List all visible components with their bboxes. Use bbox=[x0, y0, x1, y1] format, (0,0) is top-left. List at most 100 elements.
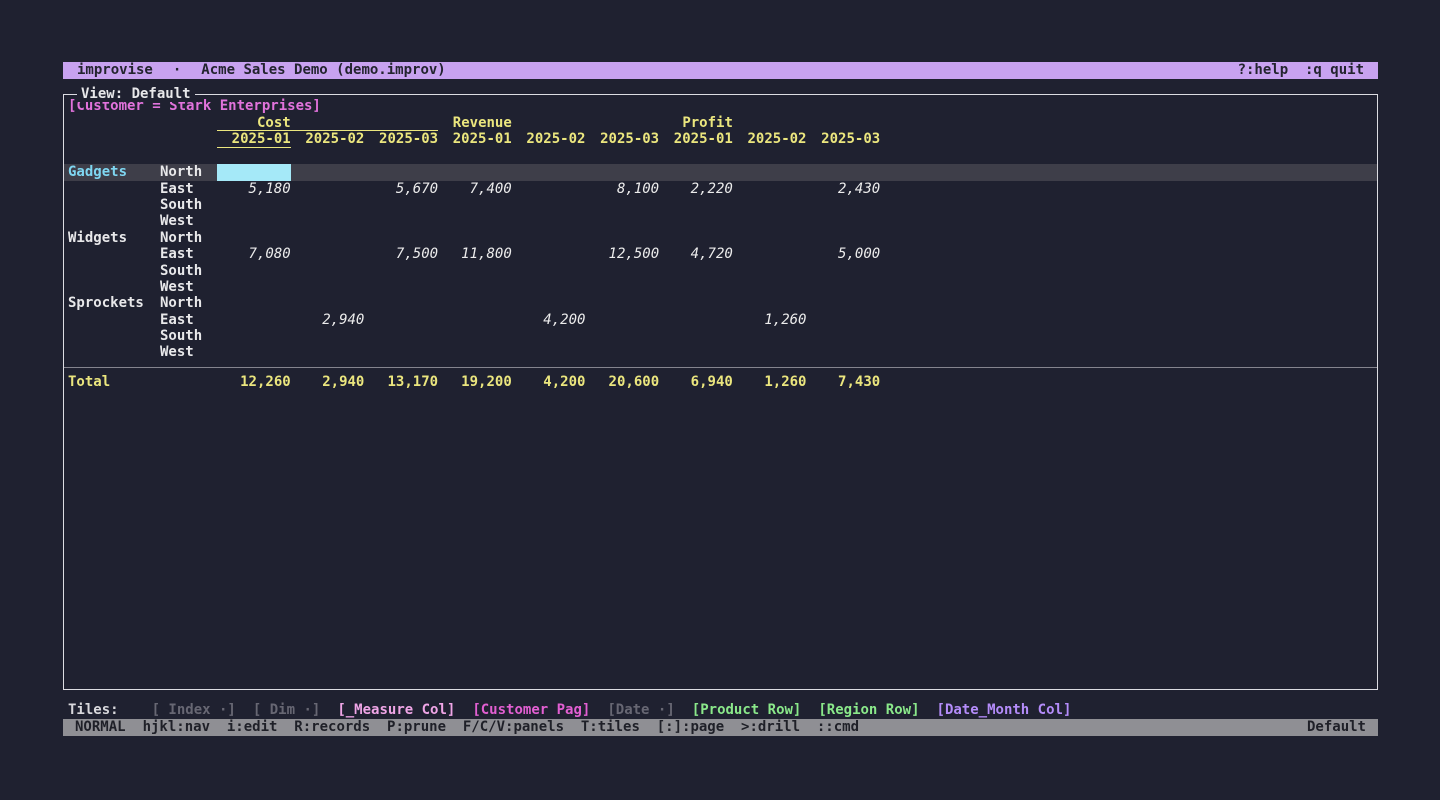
value-cell[interactable] bbox=[585, 344, 659, 360]
value-cell[interactable] bbox=[585, 312, 659, 328]
value-cell[interactable] bbox=[364, 164, 438, 180]
value-cell[interactable]: 2,220 bbox=[659, 181, 733, 197]
tile-index[interactable]: [ Index ·] bbox=[152, 702, 236, 718]
tile-date[interactable]: [Date ·] bbox=[607, 702, 674, 718]
tile-measure-col[interactable]: [_Measure Col] bbox=[337, 702, 455, 718]
value-cell[interactable]: 5,670 bbox=[364, 181, 438, 197]
month-header-revenue-2025-03[interactable]: 2025-03 bbox=[585, 131, 659, 147]
value-cell[interactable] bbox=[807, 230, 881, 246]
month-header-profit-2025-03[interactable]: 2025-03 bbox=[807, 131, 881, 147]
tile-region-row[interactable]: [Region Row] bbox=[818, 702, 919, 718]
value-cell[interactable] bbox=[733, 328, 807, 344]
total-row[interactable]: Total 12,2602,94013,17019,2004,20020,600… bbox=[64, 374, 1377, 390]
value-cell[interactable] bbox=[438, 164, 512, 180]
value-cell[interactable] bbox=[438, 328, 512, 344]
pivot-row[interactable]: East7,0807,50011,80012,5004,7205,000 bbox=[64, 246, 1377, 262]
pivot-row[interactable]: West bbox=[64, 344, 1377, 360]
value-cell[interactable] bbox=[585, 164, 659, 180]
pivot-row[interactable]: WidgetsNorth bbox=[64, 230, 1377, 246]
value-cell[interactable] bbox=[659, 263, 733, 279]
value-cell[interactable] bbox=[585, 279, 659, 295]
value-cell[interactable] bbox=[364, 213, 438, 229]
value-cell[interactable] bbox=[364, 328, 438, 344]
value-cell[interactable] bbox=[659, 279, 733, 295]
value-cell[interactable] bbox=[807, 312, 881, 328]
value-cell[interactable] bbox=[585, 295, 659, 311]
value-cell[interactable] bbox=[807, 279, 881, 295]
pivot-row-cursor[interactable]: GadgetsNorth bbox=[64, 164, 1377, 180]
value-cell[interactable] bbox=[512, 279, 586, 295]
value-cell[interactable] bbox=[733, 279, 807, 295]
value-cell[interactable] bbox=[807, 328, 881, 344]
value-cell[interactable] bbox=[807, 263, 881, 279]
value-cell[interactable] bbox=[807, 197, 881, 213]
value-cell[interactable] bbox=[364, 312, 438, 328]
value-cell[interactable] bbox=[291, 181, 365, 197]
value-cell[interactable] bbox=[291, 230, 365, 246]
tile-date-month-col[interactable]: [Date_Month Col] bbox=[937, 702, 1072, 718]
measure-group-profit[interactable]: Profit bbox=[659, 115, 880, 131]
value-cell[interactable]: 8,100 bbox=[585, 181, 659, 197]
value-cell[interactable] bbox=[659, 164, 733, 180]
tile-dim[interactable]: [ Dim ·] bbox=[253, 702, 320, 718]
value-cell[interactable]: 2,430 bbox=[807, 181, 881, 197]
value-cell[interactable]: 1,260 bbox=[733, 312, 807, 328]
value-cell[interactable] bbox=[585, 197, 659, 213]
value-cell[interactable] bbox=[659, 312, 733, 328]
value-cell[interactable] bbox=[733, 230, 807, 246]
value-cell[interactable] bbox=[291, 279, 365, 295]
value-cell[interactable] bbox=[217, 312, 291, 328]
pivot-row[interactable]: West bbox=[64, 213, 1377, 229]
measure-group-cost[interactable]: Cost bbox=[217, 115, 438, 131]
value-cell[interactable]: 12,500 bbox=[585, 246, 659, 262]
value-cell[interactable]: 7,080 bbox=[217, 246, 291, 262]
value-cell[interactable] bbox=[733, 164, 807, 180]
value-cell[interactable]: 5,180 bbox=[217, 181, 291, 197]
tile-product-row[interactable]: [Product Row] bbox=[692, 702, 802, 718]
value-cell[interactable] bbox=[438, 197, 512, 213]
value-cell[interactable] bbox=[659, 197, 733, 213]
value-cell[interactable] bbox=[291, 246, 365, 262]
value-cell[interactable] bbox=[291, 164, 365, 180]
value-cell[interactable] bbox=[291, 213, 365, 229]
value-cell[interactable] bbox=[438, 295, 512, 311]
value-cell[interactable] bbox=[659, 344, 733, 360]
value-cell[interactable] bbox=[585, 230, 659, 246]
value-cell[interactable] bbox=[512, 295, 586, 311]
tile-customer-page[interactable]: [Customer Pag] bbox=[472, 702, 590, 718]
value-cell[interactable] bbox=[217, 263, 291, 279]
value-cell[interactable] bbox=[512, 344, 586, 360]
value-cell[interactable] bbox=[733, 213, 807, 229]
value-cell[interactable] bbox=[659, 213, 733, 229]
value-cell[interactable] bbox=[585, 213, 659, 229]
month-header-revenue-2025-02[interactable]: 2025-02 bbox=[512, 131, 586, 147]
month-header-cost-2025-03[interactable]: 2025-03 bbox=[364, 131, 438, 147]
value-cell[interactable] bbox=[807, 295, 881, 311]
value-cell[interactable] bbox=[733, 181, 807, 197]
value-cell[interactable] bbox=[585, 328, 659, 344]
value-cell[interactable] bbox=[733, 246, 807, 262]
value-cell[interactable] bbox=[217, 213, 291, 229]
value-cell[interactable] bbox=[512, 246, 586, 262]
value-cell[interactable] bbox=[585, 263, 659, 279]
value-cell[interactable] bbox=[291, 197, 365, 213]
value-cell[interactable] bbox=[364, 197, 438, 213]
page-filter-chip[interactable]: [Customer = Stark Enterprises] bbox=[64, 98, 1377, 115]
month-header-cost-2025-01[interactable]: 2025-01 bbox=[217, 131, 291, 147]
month-header-profit-2025-01[interactable]: 2025-01 bbox=[659, 131, 733, 147]
value-cell[interactable] bbox=[438, 344, 512, 360]
month-header-revenue-2025-01[interactable]: 2025-01 bbox=[438, 131, 512, 147]
pivot-row[interactable]: East2,9404,2001,260 bbox=[64, 312, 1377, 328]
value-cell[interactable] bbox=[217, 295, 291, 311]
pivot-row[interactable]: South bbox=[64, 328, 1377, 344]
value-cell[interactable] bbox=[733, 197, 807, 213]
value-cell[interactable] bbox=[733, 344, 807, 360]
value-cell[interactable] bbox=[217, 328, 291, 344]
value-cell[interactable] bbox=[512, 230, 586, 246]
value-cell[interactable] bbox=[291, 295, 365, 311]
value-cell[interactable]: 4,200 bbox=[512, 312, 586, 328]
measure-group-revenue[interactable]: Revenue bbox=[438, 115, 659, 131]
value-cell[interactable] bbox=[438, 213, 512, 229]
value-cell[interactable] bbox=[438, 279, 512, 295]
month-header-cost-2025-02[interactable]: 2025-02 bbox=[291, 131, 365, 147]
